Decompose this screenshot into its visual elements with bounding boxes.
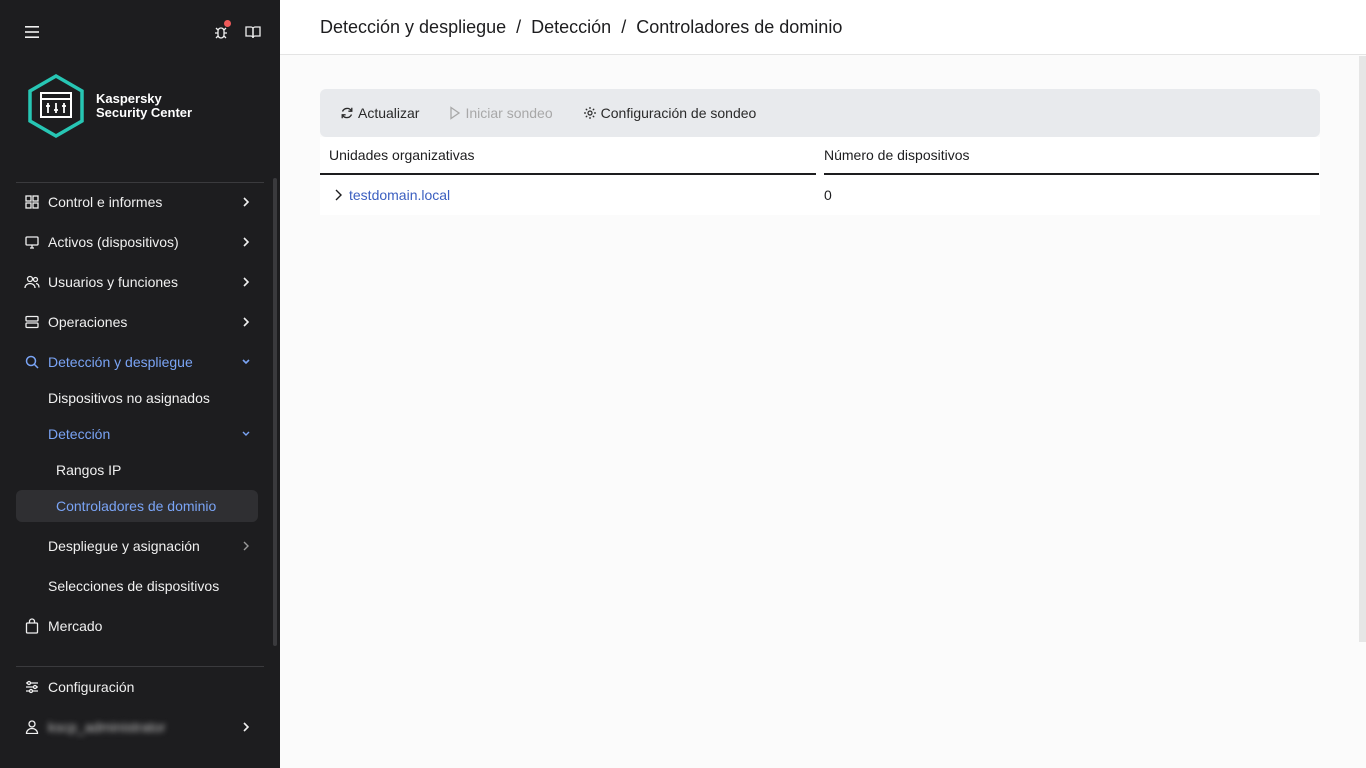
breadcrumb: Detección y despliegue / Detección / Con… xyxy=(280,0,1366,55)
chevron-right-icon xyxy=(238,234,254,250)
sidebar-item-operaciones[interactable]: Operaciones xyxy=(16,306,258,338)
table-cell-name: testdomain.local xyxy=(320,187,824,203)
sidebar-item-controladores-de-dominio[interactable]: Controladores de dominio xyxy=(16,490,258,522)
sidebar-item-rangos-ip[interactable]: Rangos IP xyxy=(16,454,258,486)
kaspersky-logo[interactable]: Kaspersky Security Center xyxy=(26,72,226,140)
chevron-down-icon xyxy=(238,354,254,370)
chevron-down-icon xyxy=(238,426,254,442)
column-header-organizational-units[interactable]: Unidades organizativas xyxy=(320,137,816,175)
server-icon xyxy=(24,314,40,330)
sidebar-scrollbar[interactable] xyxy=(273,178,277,646)
search-icon xyxy=(24,354,40,370)
chevron-right-icon xyxy=(238,538,254,554)
start-poll-label: Iniciar sondeo xyxy=(465,105,553,121)
notification-dot xyxy=(224,20,231,27)
domain-controllers-table: Unidades organizativas Número de disposi… xyxy=(320,137,1320,215)
domain-link[interactable]: testdomain.local xyxy=(349,187,450,203)
sidebar-item-activos[interactable]: Activos (dispositivos) xyxy=(16,226,258,258)
dashboard-icon xyxy=(24,194,40,210)
chevron-right-icon xyxy=(238,719,254,735)
brand-name: Kaspersky Security Center xyxy=(96,92,192,120)
page-title: Controladores de dominio xyxy=(636,16,843,37)
book-icon[interactable] xyxy=(241,20,265,44)
refresh-label: Actualizar xyxy=(358,105,420,121)
sidebar-item-label: Detección y despliegue xyxy=(48,354,193,370)
sidebar-item-deteccion-y-despliegue[interactable]: Detección y despliegue xyxy=(16,346,258,378)
breadcrumb-item[interactable]: Detección xyxy=(531,17,611,38)
chevron-right-icon xyxy=(238,194,254,210)
sidebar-item-deteccion[interactable]: Detección xyxy=(16,418,258,450)
breadcrumb-item[interactable]: Detección y despliegue xyxy=(320,17,506,38)
sidebar-divider-top xyxy=(16,182,264,183)
sidebar-item-mercado[interactable]: Mercado xyxy=(16,610,258,642)
table-row[interactable]: testdomain.local 0 xyxy=(320,175,1320,215)
table-cell-count: 0 xyxy=(824,187,832,203)
chevron-right-icon xyxy=(238,274,254,290)
monitor-icon xyxy=(24,234,40,250)
user-icon xyxy=(24,719,40,735)
sidebar-item-label: Operaciones xyxy=(48,314,128,330)
sidebar-item-label: Dispositivos no asignados xyxy=(48,390,210,406)
gear-icon xyxy=(583,107,596,119)
sidebar-divider-bottom xyxy=(16,666,264,667)
refresh-icon xyxy=(341,107,353,119)
brand-line-1: Kaspersky xyxy=(96,91,162,106)
breadcrumb-separator: / xyxy=(621,16,627,37)
sidebar-item-usuarios[interactable]: Usuarios y funciones xyxy=(16,266,258,298)
sidebar-item-control-e-informes[interactable]: Control e informes xyxy=(16,186,258,218)
play-icon xyxy=(450,106,461,120)
sidebar-item-label: Control e informes xyxy=(48,194,163,210)
sidebar-item-label: Rangos IP xyxy=(56,462,122,478)
sliders-icon xyxy=(24,679,40,695)
start-poll-button[interactable]: Iniciar sondeo xyxy=(449,105,553,121)
shield-logo-icon xyxy=(28,73,84,139)
sidebar-item-user[interactable]: kscp_administrator xyxy=(16,711,258,743)
sidebar-item-label: Activos (dispositivos) xyxy=(48,234,179,250)
sidebar-item-label: Selecciones de dispositivos xyxy=(48,578,220,594)
sidebar-item-configuracion[interactable]: Configuración xyxy=(16,671,258,703)
sidebar: Kaspersky Security Center Control e info… xyxy=(0,0,280,768)
sidebar-item-label: Mercado xyxy=(48,618,103,634)
sidebar-item-selecciones-de-dispositivos[interactable]: Selecciones de dispositivos xyxy=(16,570,258,602)
users-icon xyxy=(24,274,40,290)
main-scrollbar[interactable] xyxy=(1359,56,1366,642)
refresh-button[interactable]: Actualizar xyxy=(340,105,419,121)
sidebar-item-dispositivos-no-asignados[interactable]: Dispositivos no asignados xyxy=(16,382,258,414)
poll-config-button[interactable]: Configuración de sondeo xyxy=(583,105,757,121)
breadcrumb-separator: / xyxy=(516,16,522,37)
sidebar-item-label: Usuarios y funciones xyxy=(48,274,178,290)
toolbar: Actualizar Iniciar sondeo Configuración … xyxy=(320,89,1320,137)
sidebar-item-despliegue-y-asignacion[interactable]: Despliegue y asignación xyxy=(16,530,258,562)
user-name: kscp_administrator xyxy=(48,719,166,735)
hamburger-menu-icon[interactable] xyxy=(20,20,44,44)
chevron-right-icon xyxy=(238,314,254,330)
brand-line-2: Security Center xyxy=(96,105,193,120)
sidebar-item-label: Despliegue y asignación xyxy=(48,538,200,554)
chevron-right-icon[interactable] xyxy=(330,187,346,203)
poll-config-label: Configuración de sondeo xyxy=(600,105,757,121)
shopping-bag-icon xyxy=(24,618,40,634)
notifications-bug-icon[interactable] xyxy=(209,20,233,44)
sidebar-item-label: Configuración xyxy=(48,679,135,695)
sidebar-top-icons xyxy=(0,20,280,44)
column-header-device-count[interactable]: Número de dispositivos xyxy=(824,137,1319,175)
sidebar-item-label: Controladores de dominio xyxy=(56,498,217,514)
table-header: Unidades organizativas Número de disposi… xyxy=(320,137,1320,175)
sidebar-item-label: Detección xyxy=(48,426,111,442)
